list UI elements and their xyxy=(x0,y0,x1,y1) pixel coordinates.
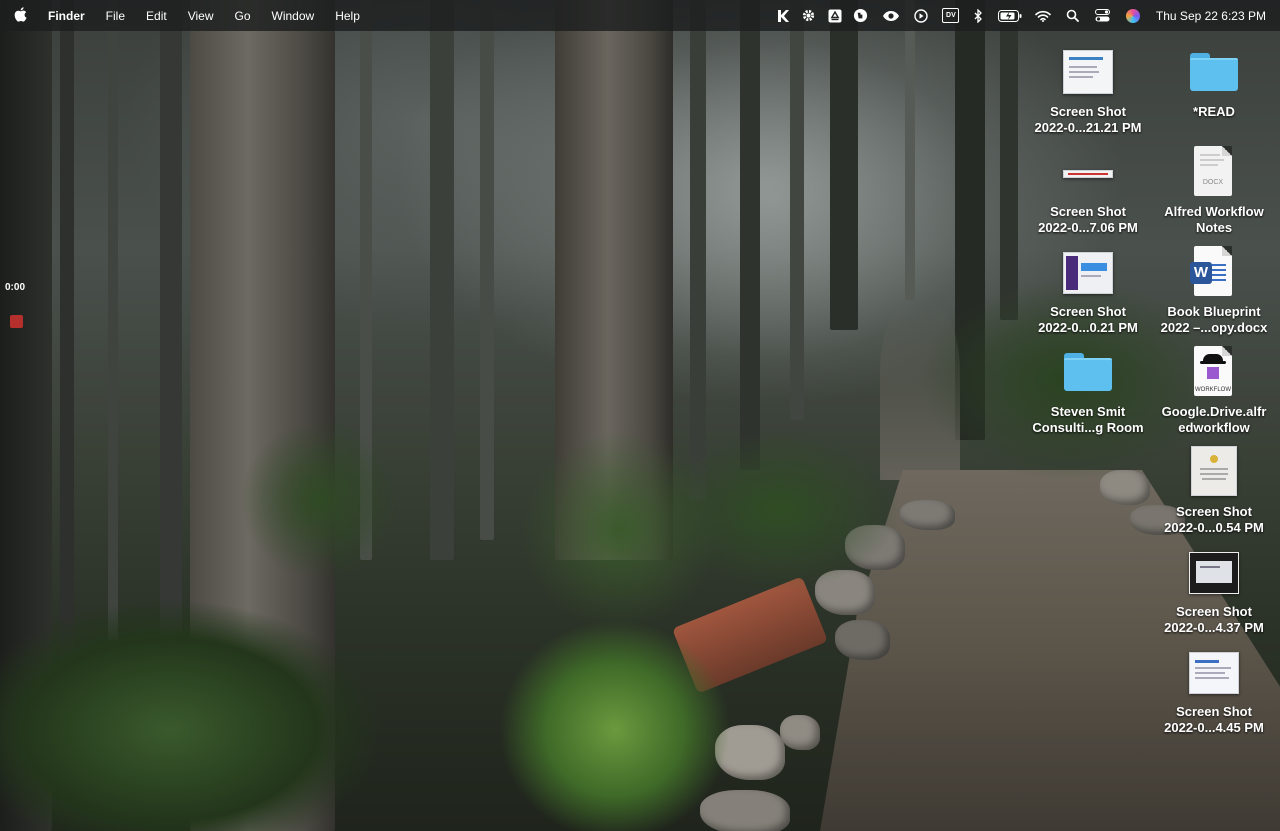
evernote-icon[interactable] xyxy=(852,7,870,25)
battery-icon[interactable] xyxy=(997,7,1022,25)
gear-icon[interactable] xyxy=(800,7,818,25)
dv-label: DV xyxy=(942,8,960,23)
desktop-icon-google-drive-workflow[interactable]: WORKFLOW Google.Drive.alfr edworkflow xyxy=(1153,336,1275,436)
icon-label: Screen Shot 2022-0...0.21 PM xyxy=(1038,304,1138,335)
menu-help[interactable]: Help xyxy=(335,9,360,23)
eye-icon[interactable] xyxy=(882,7,900,25)
workflow-tag: WORKFLOW xyxy=(1195,387,1231,393)
screenshot-thumbnail-icon xyxy=(1063,246,1113,296)
menu-bar: Finder File Edit View Go Window Help DV xyxy=(0,0,1280,31)
keyboard-maestro-icon[interactable] xyxy=(774,7,792,25)
recording-timer: 0:00 xyxy=(5,282,26,293)
search-icon[interactable] xyxy=(1064,7,1082,25)
wifi-icon[interactable] xyxy=(1034,7,1052,25)
icon-label: Screen Shot 2022-0...4.45 PM xyxy=(1164,704,1264,735)
menu-view[interactable]: View xyxy=(188,9,214,23)
icon-label: Book Blueprint 2022 –...opy.docx xyxy=(1160,304,1268,335)
desktop-icon-screenshot-4[interactable]: Screen Shot 2022-0...0.54 PM xyxy=(1153,436,1275,536)
docx-tag: DOCX xyxy=(1202,179,1224,186)
menu-edit[interactable]: Edit xyxy=(146,9,167,23)
app-name-finder[interactable]: Finder xyxy=(48,9,85,23)
icon-label: Screen Shot 2022-0...4.37 PM xyxy=(1164,604,1264,635)
screenshot-thumbnail-icon xyxy=(1063,146,1113,196)
desktop-icon-screenshot-1[interactable]: Screen Shot 2022-0...21.21 PM xyxy=(1027,36,1149,136)
word-document-icon: W xyxy=(1189,246,1239,296)
bluetooth-icon[interactable] xyxy=(970,7,988,25)
desktop-icon-steven-smit-folder[interactable]: Steven Smit Consulti...g Room xyxy=(1027,336,1149,436)
icon-label: Screen Shot 2022-0...21.21 PM xyxy=(1034,104,1142,135)
icon-label: Screen Shot 2022-0...0.54 PM xyxy=(1164,504,1264,535)
icon-label: Alfred Workflow Notes xyxy=(1164,204,1264,235)
desktop-icon-screenshot-3[interactable]: Screen Shot 2022-0...0.21 PM xyxy=(1027,236,1149,336)
screenshot-thumbnail-icon xyxy=(1063,46,1113,96)
icon-label: Screen Shot 2022-0...7.06 PM xyxy=(1038,204,1138,235)
icon-label: Steven Smit Consulti...g Room xyxy=(1032,404,1144,435)
control-center-icon[interactable] xyxy=(1094,7,1112,25)
apple-menu-icon[interactable] xyxy=(14,6,27,25)
screenshot-thumbnail-icon xyxy=(1189,646,1239,696)
desktop-icon-read-folder[interactable]: *READ xyxy=(1153,36,1275,136)
icon-label: Google.Drive.alfr edworkflow xyxy=(1161,404,1267,435)
folder-icon xyxy=(1063,346,1113,396)
desktop-icon-book-blueprint[interactable]: W Book Blueprint 2022 –...opy.docx xyxy=(1153,236,1275,336)
menu-window[interactable]: Window xyxy=(272,9,315,23)
docx-file-icon: DOCX xyxy=(1189,146,1239,196)
siri-icon[interactable] xyxy=(1124,7,1142,25)
google-drive-icon[interactable] xyxy=(826,7,844,25)
dv-icon[interactable]: DV xyxy=(942,7,960,25)
menu-bar-clock[interactable]: Thu Sep 22 6:23 PM xyxy=(1156,9,1266,23)
desktop-icon-screenshot-5[interactable]: Screen Shot 2022-0...4.37 PM xyxy=(1153,536,1275,636)
folder-icon xyxy=(1189,46,1239,96)
screenshot-thumbnail-icon xyxy=(1189,446,1239,496)
word-logo: W xyxy=(1190,262,1212,284)
stop-recording-button[interactable] xyxy=(10,315,23,328)
desktop-icon-screenshot-6[interactable]: Screen Shot 2022-0...4.45 PM xyxy=(1153,636,1275,736)
icon-label: *READ xyxy=(1193,104,1235,119)
menu-file[interactable]: File xyxy=(106,9,125,23)
screenshot-thumbnail-icon xyxy=(1189,546,1239,596)
play-icon[interactable] xyxy=(912,7,930,25)
desktop-icon-alfred-workflow-notes[interactable]: DOCX Alfred Workflow Notes xyxy=(1153,136,1275,236)
alfred-workflow-icon: WORKFLOW xyxy=(1189,346,1239,396)
desktop-icon-screenshot-2[interactable]: Screen Shot 2022-0...7.06 PM xyxy=(1027,136,1149,236)
menu-go[interactable]: Go xyxy=(235,9,251,23)
